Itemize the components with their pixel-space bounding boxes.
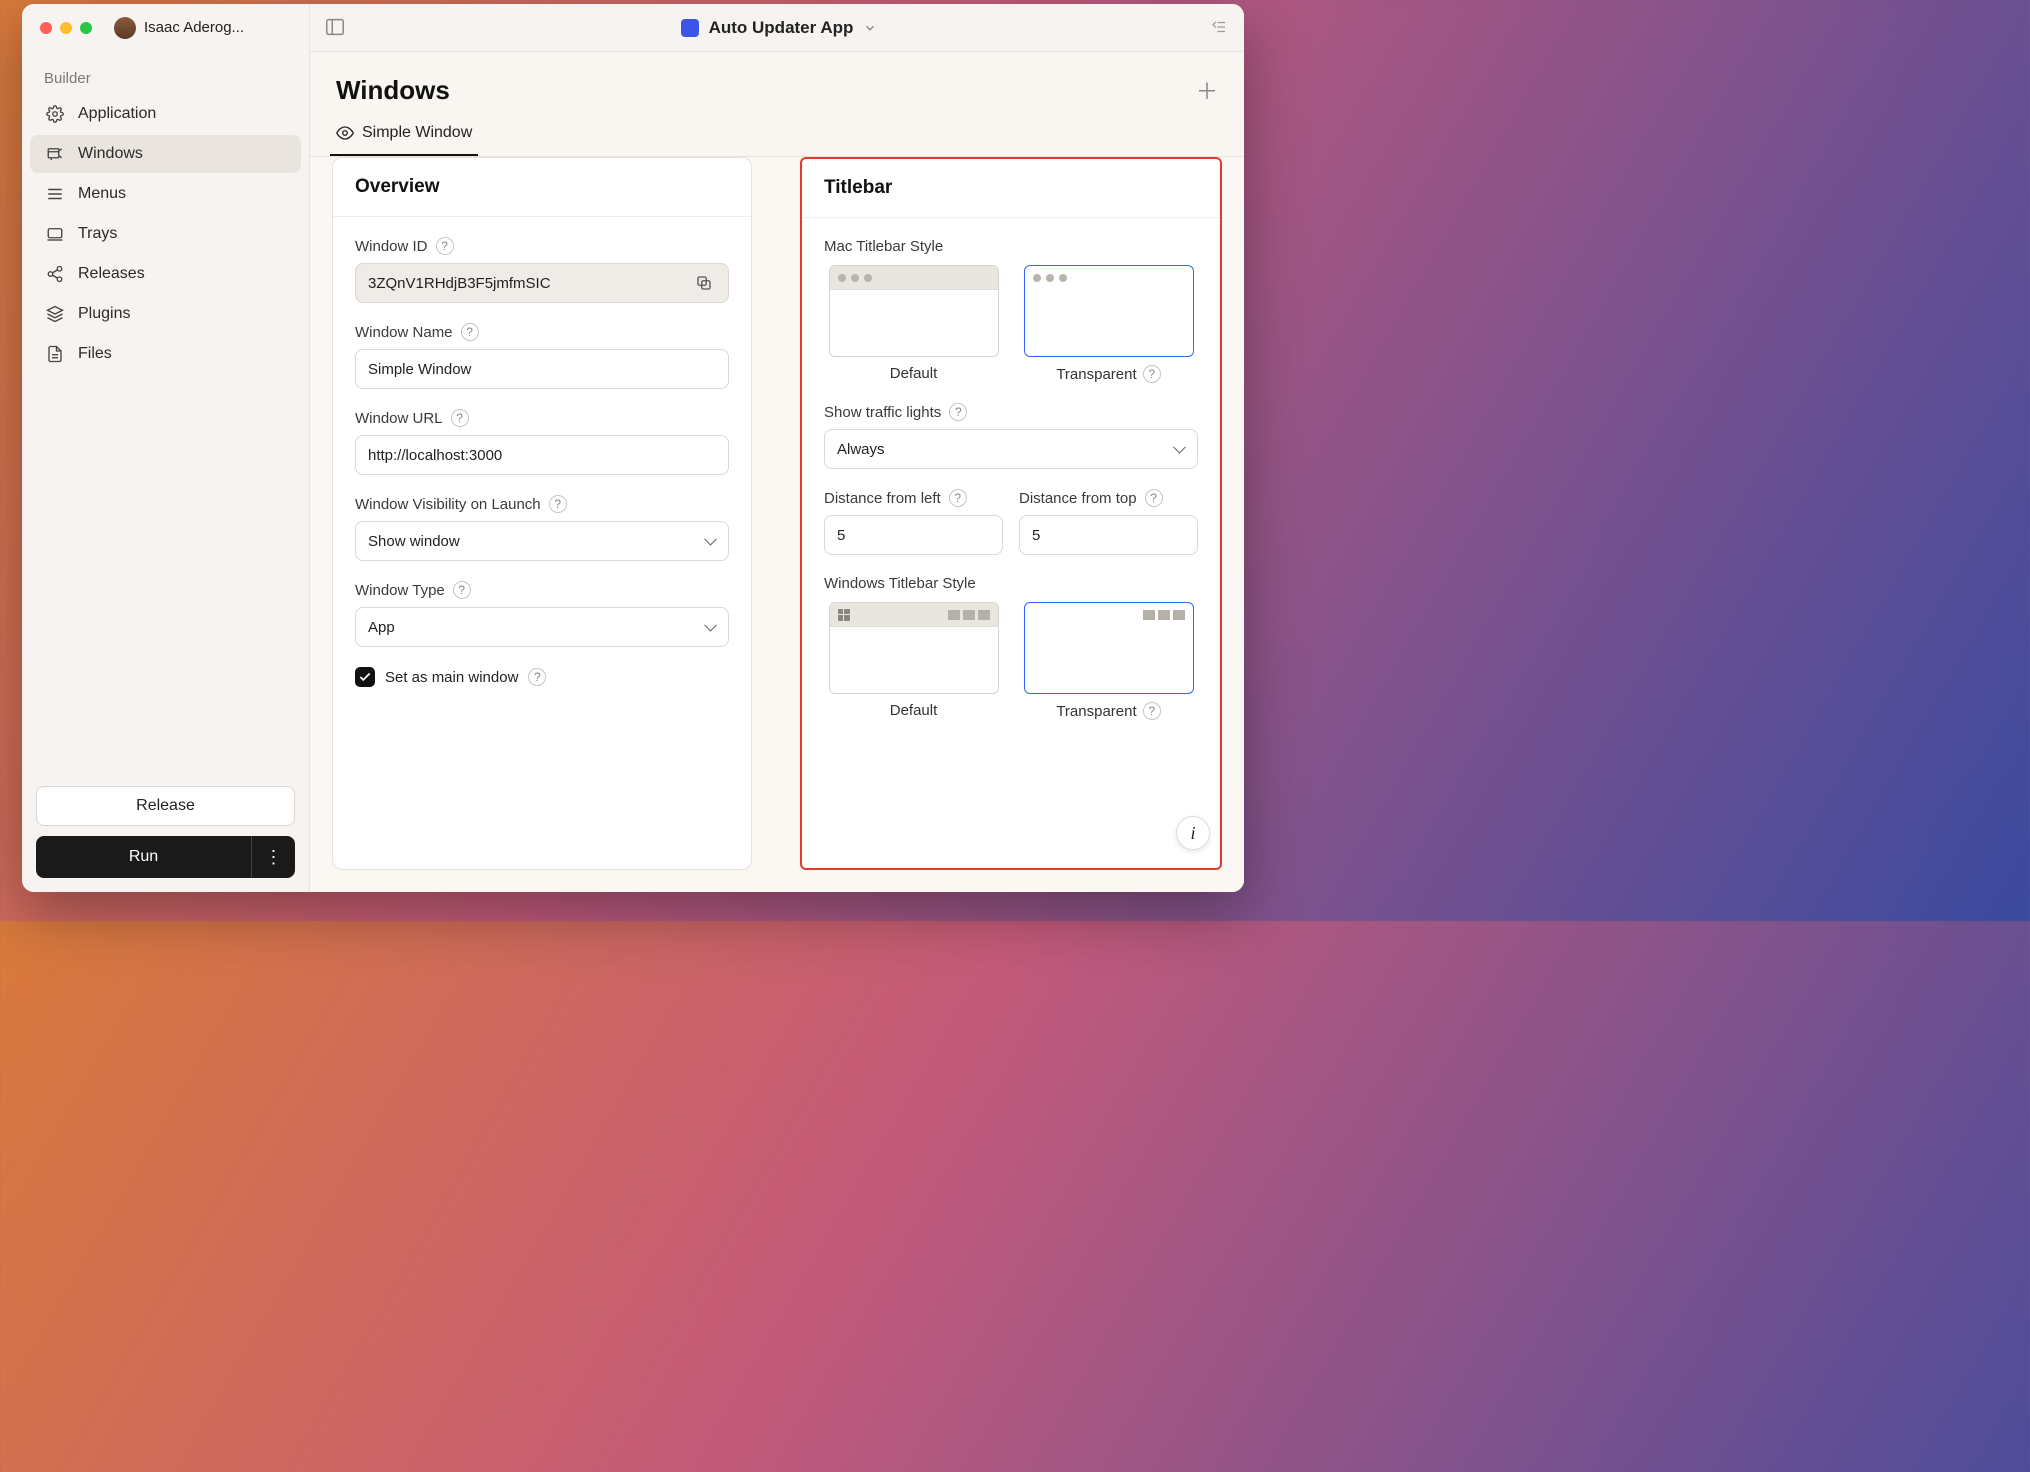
traffic-lights-select[interactable] [824, 429, 1198, 469]
page-header: Windows ＋ [310, 52, 1244, 114]
sidebar-item-label: Menus [78, 185, 126, 203]
close-icon[interactable] [40, 22, 52, 34]
page-title: Windows [336, 75, 450, 106]
sidebar-item-trays[interactable]: Trays [30, 215, 301, 253]
sidebar-item-menus[interactable]: Menus [30, 175, 301, 213]
sidebar-item-label: Application [78, 105, 156, 123]
help-icon[interactable]: ? [1145, 489, 1163, 507]
win-style-transparent-label: Transparent [1056, 703, 1136, 720]
checkbox-checked-icon[interactable] [355, 667, 375, 687]
sidebar-item-label: Windows [78, 145, 143, 163]
dist-left-label: Distance from left [824, 490, 941, 507]
share-icon [46, 265, 64, 283]
dist-top-label: Distance from top [1019, 490, 1137, 507]
app-title: Auto Updater App [709, 18, 854, 38]
main: Auto Updater App Windows ＋ Simple Window [310, 4, 1244, 892]
sidebar-item-label: Files [78, 345, 112, 363]
window-name-label: Window Name [355, 324, 453, 341]
sidebar-toggle-icon[interactable] [324, 16, 348, 40]
window-visibility-select[interactable] [355, 521, 729, 561]
panel-titlebar: Titlebar Mac Titlebar Style Default [800, 157, 1222, 870]
eye-icon [336, 124, 354, 142]
help-icon[interactable]: ? [1143, 365, 1161, 383]
sidebar-item-application[interactable]: Application [30, 95, 301, 133]
win-style-transparent-option[interactable] [1024, 602, 1194, 694]
help-icon[interactable]: ? [528, 668, 546, 686]
help-icon[interactable]: ? [461, 323, 479, 341]
help-icon[interactable]: ? [1143, 702, 1161, 720]
sidebar-item-label: Releases [78, 265, 145, 283]
avatar[interactable] [114, 17, 136, 39]
panel-overview: Overview Window ID ? [332, 157, 752, 870]
dist-left-field[interactable] [824, 515, 1003, 555]
mac-style-default-option[interactable] [829, 265, 999, 357]
sidebar-item-label: Plugins [78, 305, 130, 323]
mac-style-transparent-label: Transparent [1056, 366, 1136, 383]
run-more-button[interactable]: ⋮ [251, 836, 295, 878]
app-window: Isaac Aderog... Builder Application Wind… [22, 4, 1244, 892]
window-name-field[interactable] [355, 349, 729, 389]
help-icon[interactable]: ? [949, 403, 967, 421]
windows-logo-icon [838, 609, 850, 621]
panel-titlebar-title: Titlebar [802, 159, 1220, 218]
run-button[interactable]: Run [36, 836, 251, 878]
sidebar-footer: Release Run ⋮ [22, 772, 309, 892]
window-id-label: Window ID [355, 238, 428, 255]
window-url-label: Window URL [355, 410, 443, 427]
copy-button[interactable] [695, 270, 721, 296]
gear-icon [46, 105, 64, 123]
win-style-default-label: Default [890, 702, 938, 719]
sidebar-item-windows[interactable]: Windows [30, 135, 301, 173]
tabs: Simple Window [310, 114, 1244, 156]
sidebar-nav: Application Windows Menus Trays [22, 95, 309, 375]
content: Overview Window ID ? [310, 156, 1244, 892]
sidebar-item-plugins[interactable]: Plugins [30, 295, 301, 333]
list-toggle-icon[interactable] [1210, 18, 1230, 38]
window-id-field[interactable] [355, 263, 729, 303]
traffic-lights-label: Show traffic lights [824, 404, 941, 421]
info-button[interactable]: i [1176, 816, 1210, 850]
help-icon[interactable]: ? [453, 581, 471, 599]
window-url-field[interactable] [355, 435, 729, 475]
window-type-label: Window Type [355, 582, 445, 599]
help-icon[interactable]: ? [436, 237, 454, 255]
user-name[interactable]: Isaac Aderog... [144, 19, 244, 36]
sidebar-item-files[interactable]: Files [30, 335, 301, 373]
mac-style-label: Mac Titlebar Style [824, 238, 943, 255]
traffic-lights[interactable] [40, 22, 92, 34]
tab-label: Simple Window [362, 124, 472, 142]
sidebar-section-label: Builder [22, 52, 309, 95]
sidebar-item-releases[interactable]: Releases [30, 255, 301, 293]
layers-icon [46, 305, 64, 323]
main-window-checkbox-row[interactable]: Set as main window ? [355, 667, 729, 687]
win-style-label: Windows Titlebar Style [824, 575, 976, 592]
mac-style-default-label: Default [890, 365, 938, 382]
dist-top-field[interactable] [1019, 515, 1198, 555]
app-title-dropdown[interactable]: Auto Updater App [348, 18, 1210, 38]
panel-overview-title: Overview [333, 158, 751, 217]
minimize-icon[interactable] [60, 22, 72, 34]
chevron-down-icon [863, 21, 877, 35]
add-window-button[interactable]: ＋ [1196, 74, 1218, 106]
zoom-icon[interactable] [80, 22, 92, 34]
mac-style-transparent-option[interactable] [1024, 265, 1194, 357]
windows-icon [46, 145, 64, 163]
release-button[interactable]: Release [36, 786, 295, 826]
titlebar: Auto Updater App [310, 4, 1244, 52]
sidebar: Isaac Aderog... Builder Application Wind… [22, 4, 310, 892]
win-style-default-option[interactable] [829, 602, 999, 694]
help-icon[interactable]: ? [451, 409, 469, 427]
menu-icon [46, 185, 64, 203]
help-icon[interactable]: ? [949, 489, 967, 507]
file-icon [46, 345, 64, 363]
app-icon [681, 19, 699, 37]
window-visibility-label: Window Visibility on Launch [355, 496, 541, 513]
window-chrome: Isaac Aderog... [22, 4, 309, 52]
tray-icon [46, 225, 64, 243]
tab-simple-window[interactable]: Simple Window [330, 114, 478, 156]
window-type-select[interactable] [355, 607, 729, 647]
main-window-label: Set as main window [385, 669, 518, 686]
help-icon[interactable]: ? [549, 495, 567, 513]
sidebar-item-label: Trays [78, 225, 117, 243]
